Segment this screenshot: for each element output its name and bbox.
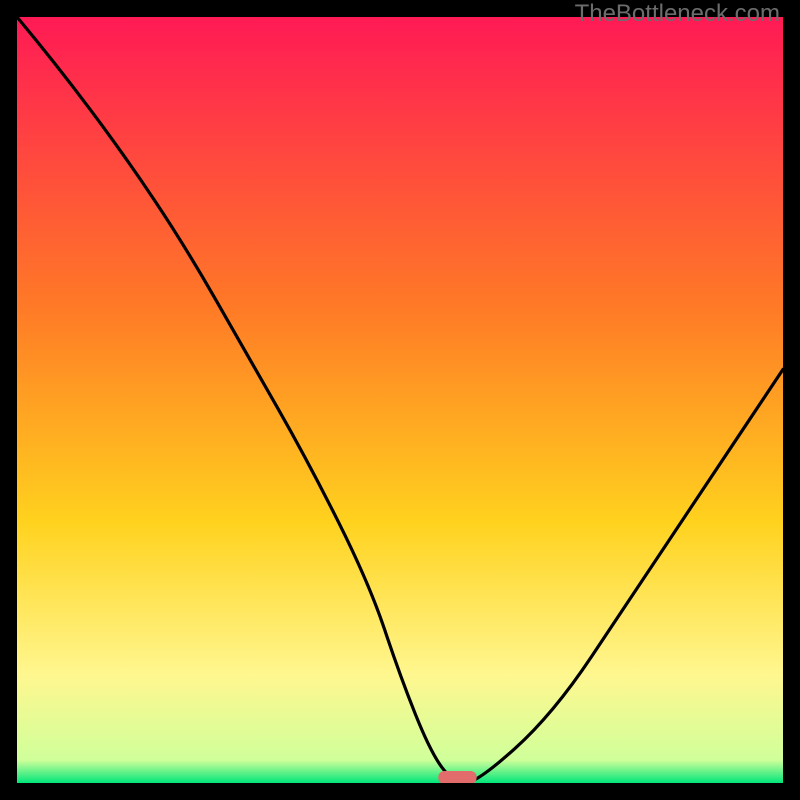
attribution-text: TheBottleneck.com [575, 0, 780, 28]
chart-canvas [17, 17, 783, 783]
chart-frame [17, 17, 783, 783]
gradient-background [17, 17, 783, 783]
optimal-marker [438, 771, 476, 783]
